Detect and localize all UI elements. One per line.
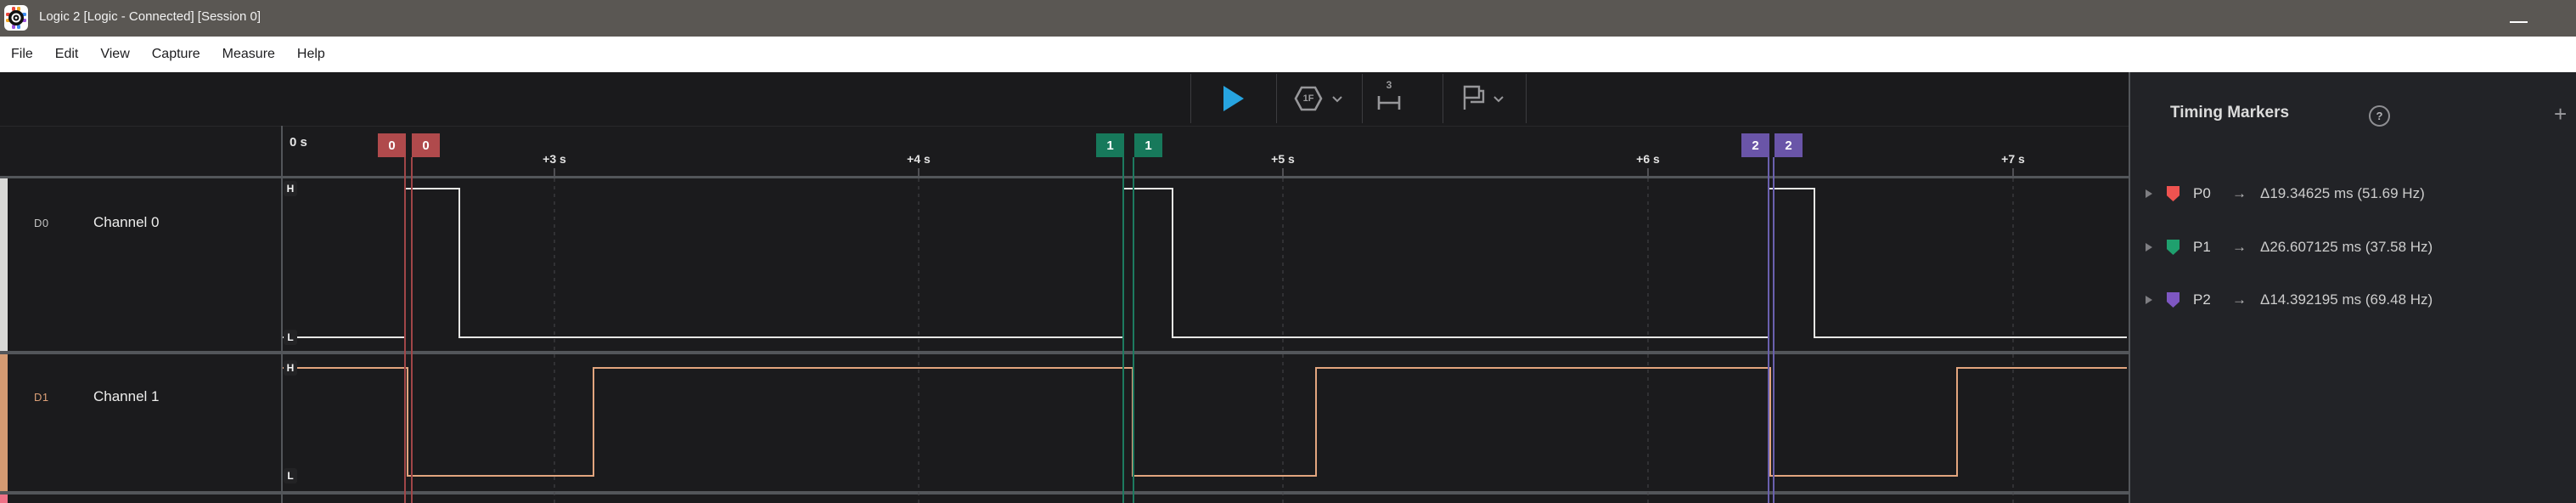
measure-count: 3 [1376, 79, 1402, 91]
title-bar: Logic 2 [Logic - Connected] [Session 0] [0, 0, 2576, 37]
timing-marker-row-p0[interactable]: P0 → Δ19.34625 ms (51.69 Hz) [2146, 181, 2425, 206]
level-high-label: H [284, 360, 297, 376]
level-low-label: L [284, 330, 297, 345]
ruler-icon [1376, 93, 1402, 113]
menu-item-capture[interactable]: Capture [152, 47, 200, 62]
channel-1-id: D1 [34, 391, 49, 404]
timing-marker-list: P0 → Δ19.34625 ms (51.69 Hz) P1 → Δ26.607125 … [2130, 72, 2576, 503]
app-logo-icon [4, 5, 28, 31]
tick-label: +4 s [907, 152, 931, 166]
timing-marker-flag[interactable]: 0 [378, 133, 406, 157]
timing-marker-flag[interactable]: 1 [1134, 133, 1162, 157]
timing-markers-panel: Timing Markers ? + P0→Δ19.34625 ms (51.6… [2130, 72, 2576, 503]
marker-pair-icon [2167, 186, 2179, 201]
timing-marker-row-p2[interactable]: P2 → Δ14.392195 ms (69.48 Hz) [2146, 287, 2433, 313]
timing-marker-row-p1[interactable]: P1 → Δ26.607125 ms (37.58 Hz) [2146, 235, 2433, 260]
channel-row-0[interactable]: D0 Channel 0 [0, 178, 2129, 351]
toolbar-separator [1526, 74, 1527, 123]
channel-2-color-strip [0, 495, 8, 503]
arrow-icon: → [2232, 291, 2247, 308]
timing-marker-flag[interactable]: 2 [1741, 133, 1769, 157]
radix-value: 1F [1294, 85, 1323, 112]
expand-arrow-icon[interactable] [2146, 243, 2152, 252]
menu-item-edit[interactable]: Edit [55, 47, 79, 62]
start-capture-button[interactable] [1191, 72, 1276, 125]
arrow-icon: → [2232, 185, 2247, 202]
marker-pair-icon [2167, 292, 2179, 308]
arrow-icon: → [2232, 239, 2247, 256]
radix-display-button[interactable]: 1F [1277, 72, 1361, 125]
timing-marker-flag[interactable]: 1 [1096, 133, 1124, 157]
channel-1-name: Channel 1 [93, 388, 160, 405]
channel-0-color-strip [0, 178, 8, 351]
channel-1-color-strip [0, 354, 8, 491]
channel-row-2[interactable] [0, 495, 2129, 503]
timing-marker-flag[interactable]: 0 [412, 133, 440, 157]
play-icon [1222, 84, 1246, 113]
expand-arrow-icon[interactable] [2146, 189, 2152, 198]
row-divider [0, 176, 2129, 178]
annotations-button[interactable] [1443, 72, 1526, 125]
menu-item-measure[interactable]: Measure [222, 47, 275, 62]
chevron-down-icon [1493, 95, 1505, 103]
level-high-label: H [284, 181, 297, 196]
channel-0-id: D0 [34, 217, 49, 229]
channel-row-1[interactable]: D1 Channel 1 [0, 354, 2129, 491]
minimize-button[interactable] [2506, 15, 2532, 27]
tick-label: +3 s [543, 152, 566, 166]
marker-delta-value: Δ14.392195 ms (69.48 Hz) [2260, 291, 2433, 308]
channel-0-name: Channel 0 [93, 214, 160, 231]
tick-label: +7 s [2001, 152, 2025, 166]
menubar: File Edit View Capture Measure Help [0, 37, 2576, 72]
minimize-icon [2510, 21, 2528, 23]
menu-item-file[interactable]: File [11, 47, 33, 62]
level-low-label: L [284, 468, 297, 483]
menu-item-help[interactable]: Help [297, 47, 325, 62]
marker-pair-icon [2167, 240, 2179, 255]
timeline-origin-label: 0 s [290, 135, 307, 150]
marker-name: P1 [2193, 239, 2219, 256]
flag-icon [1460, 84, 1486, 111]
marker-delta-value: Δ26.607125 ms (37.58 Hz) [2260, 239, 2433, 256]
chevron-down-icon [1331, 95, 1343, 103]
tick-label: +5 s [1271, 152, 1295, 166]
marker-name: P0 [2193, 185, 2219, 202]
marker-delta-value: Δ19.34625 ms (51.69 Hz) [2260, 185, 2425, 202]
marker-name: P2 [2193, 291, 2219, 308]
expand-arrow-icon[interactable] [2146, 296, 2152, 304]
app-window: Logic 2 [Logic - Connected] [Session 0] … [0, 0, 2576, 503]
timing-marker-flag[interactable]: 2 [1775, 133, 1803, 157]
window-title: Logic 2 [Logic - Connected] [Session 0] [39, 9, 261, 24]
tick-label: +6 s [1636, 152, 1660, 166]
measure-tool-button[interactable]: 3 [1363, 72, 1443, 125]
menu-item-view[interactable]: View [100, 47, 129, 62]
label-wave-border [281, 126, 283, 503]
